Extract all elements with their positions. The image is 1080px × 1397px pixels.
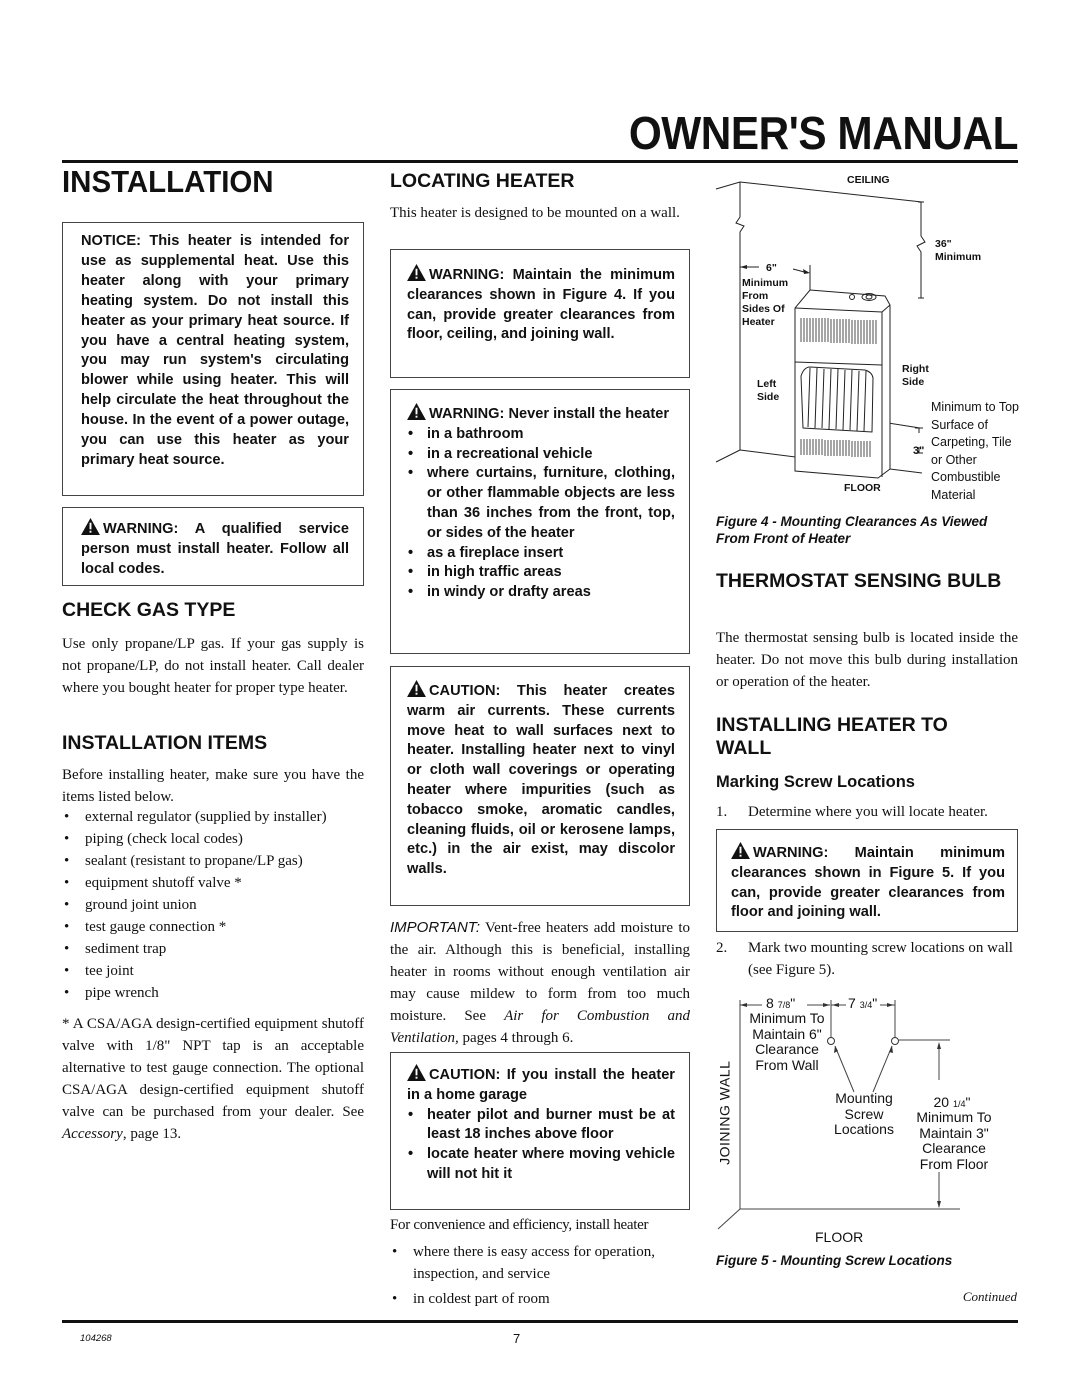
warning-triangle-icon xyxy=(407,264,426,281)
step-2: 2. Mark two mounting screw locations on w… xyxy=(716,940,1013,978)
list-item: in a bathroom xyxy=(407,425,675,445)
top-clearance-dimension xyxy=(916,202,926,298)
qualified-service-warning-box: WARNING: A qualified service person must… xyxy=(62,507,364,586)
list-item: external regulator (supplied by installe… xyxy=(62,806,364,828)
convenience-list: where there is easy access for operation… xyxy=(390,1241,690,1310)
list-item: in coldest part of room xyxy=(390,1288,690,1310)
warning-triangle-icon xyxy=(407,680,426,697)
garage-caution-list: heater pilot and burner must be at least… xyxy=(407,1106,675,1185)
installation-items-intro: Before installing heater, make sure you … xyxy=(62,767,364,805)
list-item: ground joint union xyxy=(62,894,364,916)
list-item: sediment trap xyxy=(62,938,364,960)
page-number: 7 xyxy=(513,1331,521,1346)
screw-clearance-warning-text: WARNING: Maintain minimum clearances sho… xyxy=(731,845,1005,921)
screw-locations-label: Mounting Screw Locations xyxy=(834,1090,894,1137)
clearance-warning-box: WARNING: Maintain the minimum clearances… xyxy=(390,249,690,378)
wall-offset-note: Minimum To Maintain 6" Clearance From Wa… xyxy=(749,1010,825,1073)
floor-line xyxy=(717,1208,960,1230)
garage-caution-title: CAUTION: If you install the heater in a … xyxy=(407,1067,675,1103)
top-clearance-label: Minimum xyxy=(935,251,982,263)
manual-title: OWNER'S MANUAL xyxy=(628,107,1019,159)
screw-clearance-warning-box: WARNING: Maintain minimum clearances sho… xyxy=(716,829,1018,932)
air-currents-caution-box: CAUTION: This heater creates warm air cu… xyxy=(390,666,690,906)
list-item: where curtains, furniture, clothing, or … xyxy=(407,464,675,543)
warning-triangle-icon xyxy=(81,518,100,535)
never-install-warning-title: WARNING: Never install the heater xyxy=(429,406,670,422)
ceiling-label: CEILING xyxy=(847,174,890,186)
marking-screw-locations-heading: Marking Screw Locations xyxy=(716,773,915,791)
screw-location-marker xyxy=(891,1037,899,1045)
list-item: equipment shutoff valve * xyxy=(62,872,364,894)
list-item: tee joint xyxy=(62,960,364,982)
list-item: where there is easy access for operation… xyxy=(390,1241,690,1285)
list-item: in high traffic areas xyxy=(407,563,675,583)
right-side-label: Right Side xyxy=(902,363,929,388)
list-item: sealant (resistant to propane/LP gas) xyxy=(62,850,364,872)
warning-triangle-icon xyxy=(407,403,426,420)
list-item: piping (check local codes) xyxy=(62,828,364,850)
continued-label: Continued xyxy=(962,1289,1017,1304)
side-clearance-label: Minimum From Sides Of Heater xyxy=(742,277,789,328)
list-item: heater pilot and burner must be at least… xyxy=(407,1106,675,1146)
list-item: as a fireplace insert xyxy=(407,544,675,564)
floor-label-fig5: FLOOR xyxy=(815,1229,864,1245)
notice-box: NOTICE: This heater is intended for use … xyxy=(62,222,364,496)
figure-5-caption: Figure 5 - Mounting Screw Locations xyxy=(716,1253,953,1268)
installation-items-list: external regulator (supplied by installe… xyxy=(62,806,364,1004)
warning-triangle-icon xyxy=(731,842,750,859)
left-side-label: Left Side xyxy=(757,378,780,403)
clearance-warning-text: WARNING: Maintain the minimum clearances… xyxy=(407,267,675,343)
accessory-reference: Accessory xyxy=(62,1126,123,1142)
installation-items-heading: INSTALLATION ITEMS xyxy=(62,732,268,754)
document-number: 104268 xyxy=(80,1333,112,1344)
figure-4-caption: Figure 4 - Mounting Clearances As Viewed… xyxy=(716,514,988,546)
list-item: in a recreational vehicle xyxy=(407,445,675,465)
notice-text: NOTICE: This heater is intended for use … xyxy=(81,233,349,468)
never-install-warning-box: WARNING: Never install the heater in a b… xyxy=(390,389,690,654)
list-item: test gauge connection * xyxy=(62,916,364,938)
important-note: IMPORTANT: Vent-free heaters add moistur… xyxy=(390,919,691,1046)
footer-rule xyxy=(62,1320,1018,1323)
screw-location-marker xyxy=(827,1037,835,1045)
top-clearance-value: 36" xyxy=(935,238,952,250)
side-clearance-value: 6" xyxy=(766,262,777,274)
thermostat-heading: THERMOSTAT SENSING BULB xyxy=(716,570,1002,592)
check-gas-type-heading: CHECK GAS TYPE xyxy=(62,599,236,621)
floor-offset-note: Minimum To Maintain 3" Clearance From Fl… xyxy=(913,1109,995,1172)
screw-spacing-value: 7 3/4" xyxy=(848,995,878,1011)
joining-wall-label: JOINING WALL xyxy=(716,1060,733,1165)
floor-clearance-label: Minimum to Top Surface of Carpeting, Til… xyxy=(931,400,1019,502)
warning-triangle-icon xyxy=(407,1064,426,1081)
installing-heater-heading: INSTALLING HEATER TO WALL xyxy=(716,714,948,759)
air-currents-caution-text: CAUTION: This heater creates warm air cu… xyxy=(407,683,675,878)
floor-clearance-value: 3" xyxy=(913,445,925,457)
installation-items-footnote: * A CSA/AGA design-certified equipment s… xyxy=(62,1016,364,1142)
ceiling-line xyxy=(715,181,923,203)
locating-heater-body: This heater is designed to be mounted on… xyxy=(390,205,680,221)
list-item: locate heater where moving vehicle will … xyxy=(407,1145,675,1185)
list-item: pipe wrench xyxy=(62,982,364,1004)
thermostat-body: The thermostat sensing bulb is located i… xyxy=(716,630,1018,690)
convenience-intro: For convenience and efficiency, install … xyxy=(390,1217,649,1233)
garage-caution-box: CAUTION: If you install the heater in a … xyxy=(390,1052,690,1210)
list-item: in windy or drafty areas xyxy=(407,583,675,603)
step-1: 1. Determine where you will locate heater… xyxy=(716,804,988,820)
never-install-list: in a bathroom in a recreational vehicle … xyxy=(407,425,675,603)
qualified-service-warning-text: WARNING: A qualified service person must… xyxy=(81,521,349,577)
check-gas-type-body: Use only propane/LP gas. If your gas sup… xyxy=(62,636,364,696)
locating-heater-heading: LOCATING HEATER xyxy=(390,170,575,192)
floor-label: FLOOR xyxy=(844,482,881,494)
section-title: INSTALLATION xyxy=(62,164,274,199)
important-label: IMPORTANT: xyxy=(390,919,480,936)
